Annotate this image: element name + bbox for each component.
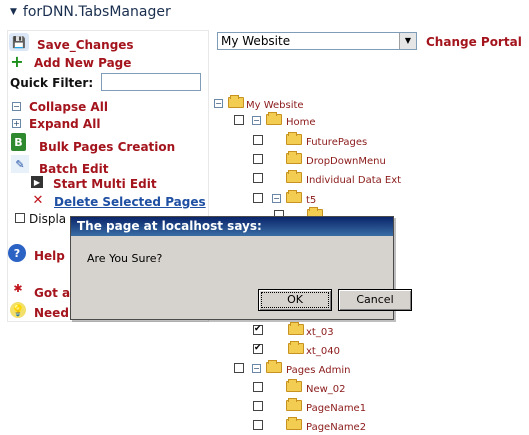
ok-button[interactable]: OK xyxy=(258,289,332,311)
folder-icon xyxy=(286,132,302,145)
got-label[interactable]: Got a xyxy=(34,286,70,300)
batch-edit-label[interactable]: Batch Edit xyxy=(39,162,108,176)
tree-checkbox[interactable] xyxy=(234,363,244,373)
quick-filter-input[interactable] xyxy=(101,73,201,91)
tree-checkbox[interactable] xyxy=(253,135,263,145)
expand-all-label[interactable]: Expand All xyxy=(29,117,100,131)
plus-icon: + xyxy=(10,51,24,71)
start-multi-edit-label[interactable]: Start Multi Edit xyxy=(53,177,157,191)
tree-collapse-icon[interactable]: − xyxy=(214,99,223,108)
dialog-title: The page at localhost says: xyxy=(71,217,393,236)
tree-item-individual-data-ext[interactable]: Individual Data Ext xyxy=(306,175,401,186)
tree-item-xt03[interactable]: xt_03 xyxy=(306,327,334,338)
folder-icon xyxy=(286,151,302,164)
folder-icon xyxy=(266,112,282,125)
add-new-page-item[interactable]: + Add New Page xyxy=(9,51,209,71)
help-icon[interactable]: ? xyxy=(8,244,26,262)
dialog-message: Are You Sure? xyxy=(87,252,163,265)
tree-checkbox[interactable] xyxy=(253,173,263,183)
tree-checkbox-checked[interactable] xyxy=(253,324,263,335)
folder-icon xyxy=(286,417,302,430)
bulk-pages-creation-label[interactable]: Bulk Pages Creation xyxy=(39,140,175,154)
expand-icon: + xyxy=(12,119,21,128)
confirm-dialog: The page at localhost says: Are You Sure… xyxy=(70,216,412,320)
folder-icon xyxy=(288,322,304,335)
quick-filter-label: Quick Filter: xyxy=(10,76,94,90)
tree-checkbox-checked[interactable] xyxy=(253,343,263,354)
tree-item-futurepages[interactable]: FuturePages xyxy=(306,137,367,148)
save-icon: 💾 xyxy=(9,33,29,51)
need-label[interactable]: Need xyxy=(34,306,69,320)
tree-item-xt040[interactable]: xt_040 xyxy=(306,346,340,357)
delete-x-icon: ✕ xyxy=(32,192,44,208)
tree-checkbox[interactable] xyxy=(253,382,263,392)
portal-selected-value: My Website xyxy=(221,34,291,48)
tree-item-dropdownmenu[interactable]: DropDownMenu xyxy=(306,156,386,167)
lightbulb-icon: 💡 xyxy=(10,302,26,318)
chevron-down-icon[interactable]: ▼ xyxy=(399,33,416,49)
batch-edit-icon: ✎ xyxy=(11,155,29,173)
tree-checkbox[interactable] xyxy=(253,420,263,430)
add-new-page-label[interactable]: Add New Page xyxy=(34,56,131,70)
tree-checkbox[interactable] xyxy=(234,115,244,125)
collapse-icon: − xyxy=(12,102,21,111)
bug-icon: ✱ xyxy=(13,281,23,295)
save-changes-item[interactable]: 💾 Save_Changes xyxy=(9,33,209,53)
folder-icon xyxy=(286,398,302,411)
tree-item-t5[interactable]: t5 xyxy=(306,195,316,206)
folder-icon xyxy=(228,95,244,108)
tree-checkbox[interactable] xyxy=(253,193,263,203)
tree-item-pages-admin[interactable]: Pages Admin xyxy=(286,365,350,376)
folder-icon xyxy=(286,190,302,203)
tree-collapse-icon[interactable]: − xyxy=(252,116,261,125)
tree-item-home[interactable]: Home xyxy=(286,117,316,128)
tree-item-pagename2[interactable]: PageName2 xyxy=(306,422,366,433)
display-checkbox[interactable] xyxy=(15,213,25,223)
tree-collapse-icon[interactable]: − xyxy=(252,364,261,373)
play-icon: ▶ xyxy=(31,176,43,188)
delete-selected-pages-link[interactable]: Delete Selected Pages xyxy=(54,195,206,209)
save-changes-label[interactable]: Save_Changes xyxy=(37,38,134,52)
bulk-book-icon: B xyxy=(11,133,26,151)
help-label[interactable]: Help xyxy=(34,249,65,263)
cancel-button[interactable]: Cancel xyxy=(338,289,412,311)
tree-checkbox[interactable] xyxy=(253,154,263,164)
tree-item-new02[interactable]: New_02 xyxy=(306,384,346,395)
page-title: ▼ forDNN.TabsManager xyxy=(10,4,171,20)
tree-item-pagename1[interactable]: PageName1 xyxy=(306,403,366,414)
change-portal-link[interactable]: Change Portal xyxy=(426,35,522,49)
portal-select[interactable]: My Website ▼ xyxy=(217,32,417,50)
tree-collapse-icon[interactable]: − xyxy=(272,194,281,203)
folder-icon xyxy=(266,360,282,373)
collapse-arrow-icon[interactable]: ▼ xyxy=(10,7,17,17)
title-text: forDNN.TabsManager xyxy=(22,4,171,20)
folder-icon xyxy=(286,170,302,183)
folder-icon xyxy=(286,379,302,392)
tree-checkbox[interactable] xyxy=(253,401,263,411)
tree-item-my-website[interactable]: My Website xyxy=(246,100,304,111)
display-label: Displa xyxy=(29,212,67,226)
folder-icon xyxy=(288,341,304,354)
collapse-all-label[interactable]: Collapse All xyxy=(29,100,108,114)
